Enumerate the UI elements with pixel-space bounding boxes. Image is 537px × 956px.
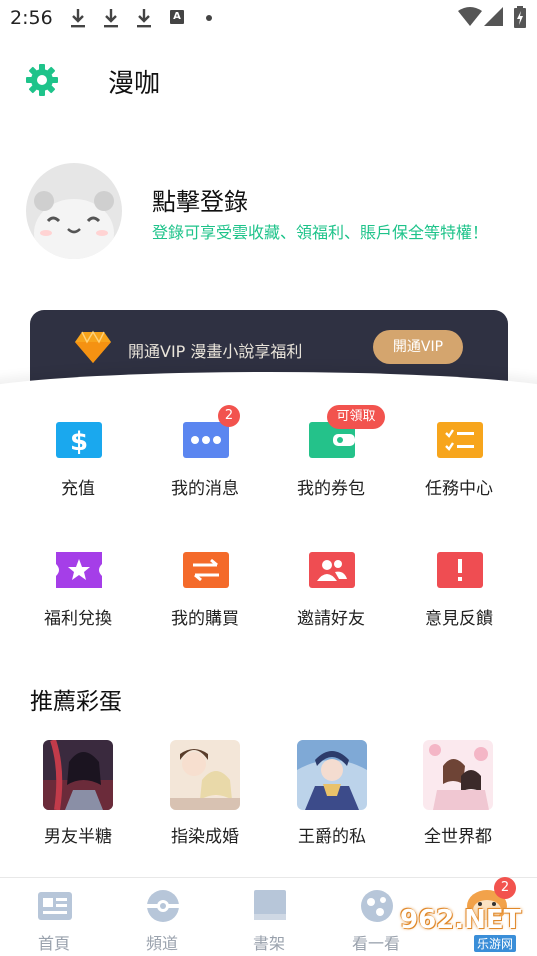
channel-icon — [147, 890, 179, 922]
feedback-icon — [437, 552, 483, 588]
grid-label: 意見反饋 — [425, 609, 493, 629]
more-notifications-dot-icon — [206, 15, 212, 21]
download-icon — [137, 9, 151, 28]
invite-icon — [309, 552, 355, 588]
claimable-badge: 可領取 — [327, 405, 385, 429]
task-icon — [437, 422, 483, 458]
open-vip-button[interactable]: 開通VIP — [373, 330, 463, 364]
settings-gear-icon[interactable] — [24, 62, 60, 98]
look-icon — [361, 890, 393, 922]
download-icon — [104, 9, 118, 28]
comic-cover-image — [423, 740, 493, 810]
login-prompt[interactable]: 點擊登錄 — [152, 182, 248, 217]
grid-label: 邀請好友 — [297, 609, 365, 629]
message-icon — [183, 422, 229, 458]
status-time: 2:56 — [10, 7, 53, 29]
message-count-badge: 2 — [218, 405, 240, 427]
grid-item-purchases[interactable]: 我的購買 — [145, 550, 265, 650]
vip-promo-text: 開通VIP 漫畫小說享福利 — [128, 342, 303, 361]
nav-label: 書架 — [252, 934, 285, 953]
svg-text:$: $ — [70, 427, 88, 457]
watermark-text: 962.NET — [400, 905, 522, 935]
comic-title: 全世界都 — [424, 827, 492, 847]
wifi-icon — [458, 7, 482, 26]
battery-charging-icon — [514, 6, 526, 28]
star-ticket-icon — [56, 552, 102, 588]
bookshelf-icon — [254, 890, 286, 920]
comic-title: 指染成婚 — [171, 827, 239, 847]
comic-cover-image — [43, 740, 113, 810]
comic-cover-image — [170, 740, 240, 810]
vip-banner-section: 開通VIP 漫畫小說享福利 開通VIP — [0, 300, 537, 400]
keyboard-a-icon: A — [170, 10, 184, 24]
comic-cover-image — [297, 740, 367, 810]
curve-divider — [0, 372, 537, 400]
transfer-icon — [183, 552, 229, 588]
watermark-subtext: 乐游网 — [474, 935, 517, 952]
recommend-section-title: 推薦彩蛋 — [30, 689, 122, 715]
dollar-icon: $ — [56, 422, 102, 458]
grid-label: 福利兌換 — [44, 609, 112, 629]
page-title: 漫咖 — [108, 69, 161, 99]
signal-icon — [484, 7, 503, 26]
grid-item-recharge[interactable]: $ 充值 — [18, 420, 138, 520]
grid-item-messages[interactable]: 我的消息 — [145, 420, 265, 520]
grid-label: 我的消息 — [171, 479, 239, 499]
grid-label: 我的券包 — [297, 479, 365, 499]
grid-item-task-center[interactable]: 任務中心 — [399, 420, 519, 520]
app-header: 漫咖 — [0, 50, 537, 110]
nav-item-home[interactable]: 首頁 — [4, 878, 104, 956]
comic-title: 男友半糖 — [44, 827, 112, 847]
watermark: 962.NET 乐游网 — [400, 905, 537, 955]
nav-label: 首頁 — [37, 934, 70, 953]
grid-item-coupons[interactable]: 我的券包 — [271, 420, 391, 520]
grid-item-feedback[interactable]: 意見反饋 — [399, 550, 519, 650]
download-icon — [71, 9, 85, 28]
avatar[interactable] — [26, 163, 122, 259]
nav-item-bookshelf[interactable]: 書架 — [219, 878, 319, 956]
nav-notification-badge: 2 — [494, 877, 516, 899]
diamond-icon — [75, 330, 111, 363]
grid-label: 任務中心 — [425, 479, 493, 499]
hamster-avatar-icon — [26, 163, 122, 259]
grid-label: 充值 — [61, 479, 95, 499]
nav-label: 頻道 — [145, 934, 178, 953]
login-benefits-text: 登錄可享受雲收藏、領福利、賬戶保全等特權！ — [152, 223, 489, 242]
grid-label: 我的購買 — [171, 609, 239, 629]
nav-item-channel[interactable]: 頻道 — [112, 878, 212, 956]
grid-item-invite-friends[interactable]: 邀請好友 — [271, 550, 391, 650]
comic-title: 王爵的私 — [298, 827, 366, 847]
home-icon — [38, 892, 72, 920]
status-bar: 2:56 A — [0, 0, 537, 36]
grid-item-rewards-exchange[interactable]: 福利兌換 — [18, 550, 138, 650]
